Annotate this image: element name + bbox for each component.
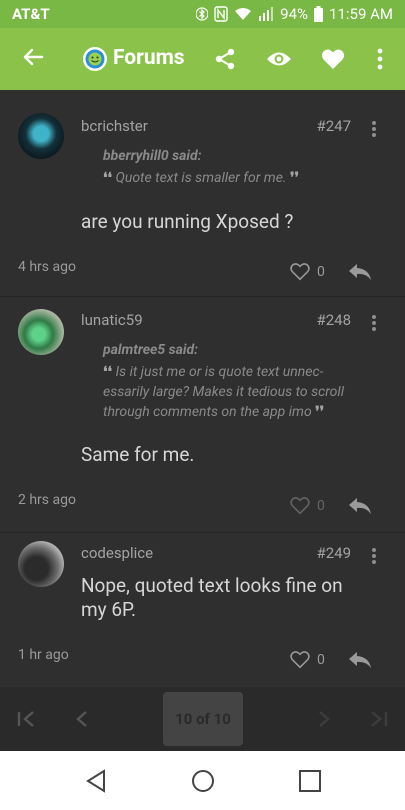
quote-author: bberryhill0 said: [103,148,202,164]
avatar[interactable] [18,541,64,587]
post-time: 2 hrs ago [18,492,76,508]
post-247: bcrichster #247 bberryhill0 said: ❛❛ Quo… [0,91,405,297]
heart-outline-icon [290,263,310,281]
quote-text: ❛❛ Quote text is smaller for me. ❜❜ [103,170,299,186]
post-number[interactable]: #248 [316,311,351,329]
nav-recents-icon[interactable] [297,768,323,794]
page-indicator[interactable]: 10 of 10 [163,692,243,746]
next-page-icon[interactable] [313,709,335,729]
nfc-icon [214,6,228,22]
status-bar: AT&T 94% 11:59 AM [0,0,405,28]
favorite-button[interactable] [320,46,346,72]
post-number[interactable]: #249 [316,544,351,562]
heart-outline-icon [290,497,310,515]
post-249: codesplice #249 Nope, quoted text looks … [0,533,405,687]
post-body: Same for me. [81,443,195,466]
more-vert-icon [377,48,383,70]
system-nav-bar [0,751,405,810]
watch-button[interactable] [266,46,292,72]
heart-icon [321,49,345,69]
like-count: 0 [317,497,325,514]
last-page-icon[interactable] [367,709,389,729]
bluetooth-icon [196,7,209,21]
post-menu-button[interactable] [371,119,377,139]
share-icon [215,48,235,70]
battery-icon [314,6,324,22]
reply-icon[interactable] [347,650,373,670]
pagination-bar: 10 of 10 [0,687,405,751]
like-count: 0 [317,263,325,280]
post-time: 1 hr ago [18,647,69,663]
signal-icon [259,7,274,21]
overflow-menu-button[interactable] [367,46,393,72]
post-time: 4 hrs ago [18,259,76,275]
clock: 11:59 AM [329,5,393,23]
quote-text: ❛❛ Is it just me or is quote text unnec-… [103,364,345,420]
post-number[interactable]: #247 [316,117,351,135]
post-body: Nope, quoted text looks fine on my 6P. [81,574,343,621]
reply-icon[interactable] [347,496,373,516]
eye-icon [267,52,291,66]
avatar[interactable] [18,309,64,355]
battery-percent: 94% [280,5,309,23]
post-body: are you running Xposed ? [81,210,294,233]
wifi-icon [235,8,252,20]
page-title: Forums [113,46,185,70]
prev-page-icon[interactable] [71,709,93,729]
quote-author: palmtree5 said: [103,342,198,358]
quote-open-icon: ❛❛ [103,170,113,186]
like-count: 0 [317,651,325,668]
app-bar: Forums [0,28,405,90]
avatar[interactable] [18,113,64,159]
app-logo-icon [83,47,107,71]
quote-open-icon: ❛❛ [103,364,113,380]
like-button[interactable]: 0 [289,650,325,669]
post-menu-button[interactable] [371,546,377,566]
post-248: lunatic59 #248 palmtree5 said: ❛❛ Is it … [0,297,405,533]
back-arrow-icon[interactable] [22,46,44,68]
status-icons: 94% 11:59 AM [196,5,393,23]
like-button[interactable]: 0 [289,262,325,281]
reply-icon[interactable] [347,262,373,282]
post-username[interactable]: lunatic59 [81,311,143,329]
quote-close-icon: ❜❜ [315,404,325,420]
heart-outline-icon [290,651,310,669]
nav-home-icon[interactable] [190,768,216,794]
nav-back-icon[interactable] [84,768,110,794]
post-username[interactable]: bcrichster [81,117,148,135]
post-menu-button[interactable] [371,313,377,333]
carrier-label: AT&T [12,5,50,23]
share-button[interactable] [212,46,238,72]
post-username[interactable]: codesplice [81,544,153,562]
first-page-icon[interactable] [16,709,38,729]
like-button[interactable]: 0 [289,496,325,515]
quote-close-icon: ❜❜ [289,170,299,186]
